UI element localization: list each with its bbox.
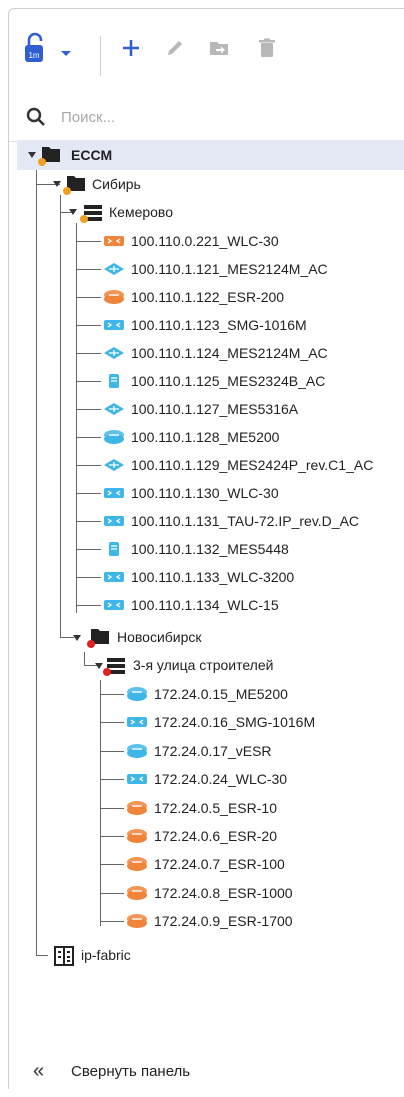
device-label: 100.110.1.122_ESR-200	[131, 289, 285, 305]
gateway-icon	[104, 320, 124, 330]
router-icon	[127, 800, 147, 815]
site-list-icon	[80, 205, 102, 223]
device-row[interactable]: 100.110.1.123_SMG-1016M	[9, 311, 404, 339]
device-label: 100.110.1.125_MES2324B_AC	[131, 373, 326, 389]
caret-down-icon[interactable]	[53, 181, 61, 187]
device-label: 172.24.0.6_ESR-20	[154, 828, 277, 844]
device-row[interactable]: 172.24.0.6_ESR-20	[9, 822, 404, 850]
tree-node-label: 3-я улица строителей	[133, 657, 274, 673]
folder-icon	[63, 176, 85, 195]
device-label: 100.110.1.132_MES5448	[131, 541, 289, 557]
router-icon	[127, 885, 147, 900]
switch-icon	[104, 459, 124, 471]
device-row[interactable]: 100.110.1.128_ME5200	[9, 423, 404, 451]
tree-node-eccm[interactable]: ECCM	[17, 140, 404, 170]
device-row[interactable]: 100.110.1.121_MES2124M_AC	[9, 255, 404, 283]
device-label: 172.24.0.7_ESR-100	[154, 856, 285, 873]
tree-node-label: Сибирь	[92, 176, 141, 192]
router-icon	[127, 687, 147, 701]
access-point-icon	[127, 774, 147, 785]
device-row[interactable]: 100.110.1.133_WLC-3200	[9, 563, 404, 591]
device-label: 100.110.1.134_WLC-15	[131, 597, 279, 613]
device-tree: ECCM Сибирь Кемерово 100.110.0.221_WLC-3…	[9, 9, 404, 1009]
router-icon	[127, 857, 147, 872]
gateway-icon	[104, 516, 124, 526]
device-row[interactable]: 172.24.0.9_ESR-1700	[9, 907, 404, 935]
collapse-panel-label: Свернуть панель	[71, 1063, 191, 1080]
device-row[interactable]: 100.110.1.131_TAU-72.IP_rev.D_AC	[9, 507, 404, 535]
folder-icon	[38, 147, 60, 166]
switch-icon	[104, 347, 124, 359]
device-row[interactable]: 100.110.1.125_MES2324B_AC	[9, 367, 404, 395]
device-row[interactable]: 100.110.1.124_MES2124M_AC	[9, 339, 404, 367]
tree-node-kemerovo[interactable]: Кемерово	[9, 198, 404, 226]
gateway-icon	[127, 717, 147, 728]
device-label: 100.110.1.129_MES2424P_rev.C1_AC	[131, 457, 374, 473]
switch-icon	[104, 263, 124, 275]
folder-icon	[87, 629, 109, 648]
caret-down-icon[interactable]	[28, 152, 36, 158]
device-label: 100.110.1.124_MES2124M_AC	[131, 345, 328, 361]
site-list-icon	[103, 658, 125, 676]
caret-down-icon[interactable]	[73, 635, 81, 641]
collapse-panel-button[interactable]: « Свернуть панель	[9, 1051, 404, 1097]
tree-node-label: Новосибирск	[117, 629, 202, 645]
tree-node-label: ip-fabric	[81, 947, 131, 963]
device-label: 172.24.0.5_ESR-10	[154, 799, 277, 816]
tree-node-siberia[interactable]: Сибирь	[9, 170, 404, 198]
tree-node-street[interactable]: 3-я улица строителей	[9, 651, 404, 679]
device-row[interactable]: 100.110.1.127_MES5316A	[9, 395, 404, 423]
device-label: 100.110.1.130_WLC-30	[131, 485, 279, 501]
router-icon	[127, 829, 147, 843]
device-label: 100.110.1.127_MES5316A	[131, 401, 299, 417]
router-icon	[127, 914, 147, 929]
device-label: 172.24.0.24_WLC-30	[154, 771, 288, 788]
device-row[interactable]: 100.110.1.129_MES2424P_rev.C1_AC	[9, 451, 404, 479]
device-row[interactable]: 100.110.1.130_WLC-30	[9, 479, 404, 507]
device-label: 100.110.0.221_WLC-30	[131, 233, 279, 249]
device-row[interactable]: 100.110.0.221_WLC-30	[9, 227, 404, 255]
device-row[interactable]: 100.110.1.134_WLC-15	[9, 591, 404, 619]
access-point-icon	[104, 572, 124, 582]
tree-node-label: ECCM	[71, 147, 113, 163]
device-row[interactable]: 172.24.0.7_ESR-100	[9, 850, 404, 878]
device-label: 172.24.0.17_vESR	[154, 742, 272, 759]
device-row[interactable]: 172.24.0.17_vESR	[9, 737, 404, 765]
tree-node-ip-fabric[interactable]: ip-fabric	[9, 941, 404, 969]
module-icon	[109, 374, 119, 388]
access-point-icon	[104, 488, 124, 498]
router-icon	[104, 290, 124, 304]
navigation-panel: 1m Поиск... ECCM Сибирь Кемерово 100.110…	[8, 8, 404, 1089]
device-row[interactable]: 172.24.0.15_ME5200	[9, 680, 404, 708]
router-icon	[104, 430, 124, 444]
caret-down-icon[interactable]	[95, 663, 103, 669]
device-label: 172.24.0.8_ESR-1000	[154, 884, 293, 901]
device-label: 172.24.0.15_ME5200	[154, 686, 288, 702]
access-point-icon	[104, 236, 124, 246]
device-row[interactable]: 172.24.0.16_SMG-1016M	[9, 708, 404, 736]
device-label: 100.110.1.123_SMG-1016M	[131, 317, 307, 333]
tree-node-label: Кемерово	[109, 204, 173, 220]
device-label: 172.24.0.16_SMG-1016M	[154, 714, 316, 731]
device-label: 100.110.1.121_MES2124M_AC	[131, 261, 328, 277]
device-row[interactable]: 172.24.0.8_ESR-1000	[9, 879, 404, 907]
caret-down-icon[interactable]	[69, 209, 77, 215]
access-point-icon	[104, 600, 124, 610]
device-row[interactable]: 172.24.0.5_ESR-10	[9, 794, 404, 822]
device-label: 100.110.1.131_TAU-72.IP_rev.D_AC	[131, 513, 360, 529]
device-row[interactable]: 100.110.1.122_ESR-200	[9, 283, 404, 311]
building-icon	[54, 946, 74, 966]
device-row[interactable]: 172.24.0.24_WLC-30	[9, 765, 404, 793]
router-icon	[127, 743, 147, 758]
tree-node-novosibirsk[interactable]: Новосибирск	[9, 623, 404, 651]
device-row[interactable]: 100.110.1.132_MES5448	[9, 535, 404, 563]
double-chevron-left-icon: «	[33, 1060, 45, 1082]
device-label: 100.110.1.128_ME5200	[131, 429, 280, 445]
device-label: 172.24.0.9_ESR-1700	[154, 913, 293, 930]
module-icon	[109, 542, 119, 556]
device-label: 100.110.1.133_WLC-3200	[131, 569, 295, 585]
switch-icon	[104, 403, 124, 415]
